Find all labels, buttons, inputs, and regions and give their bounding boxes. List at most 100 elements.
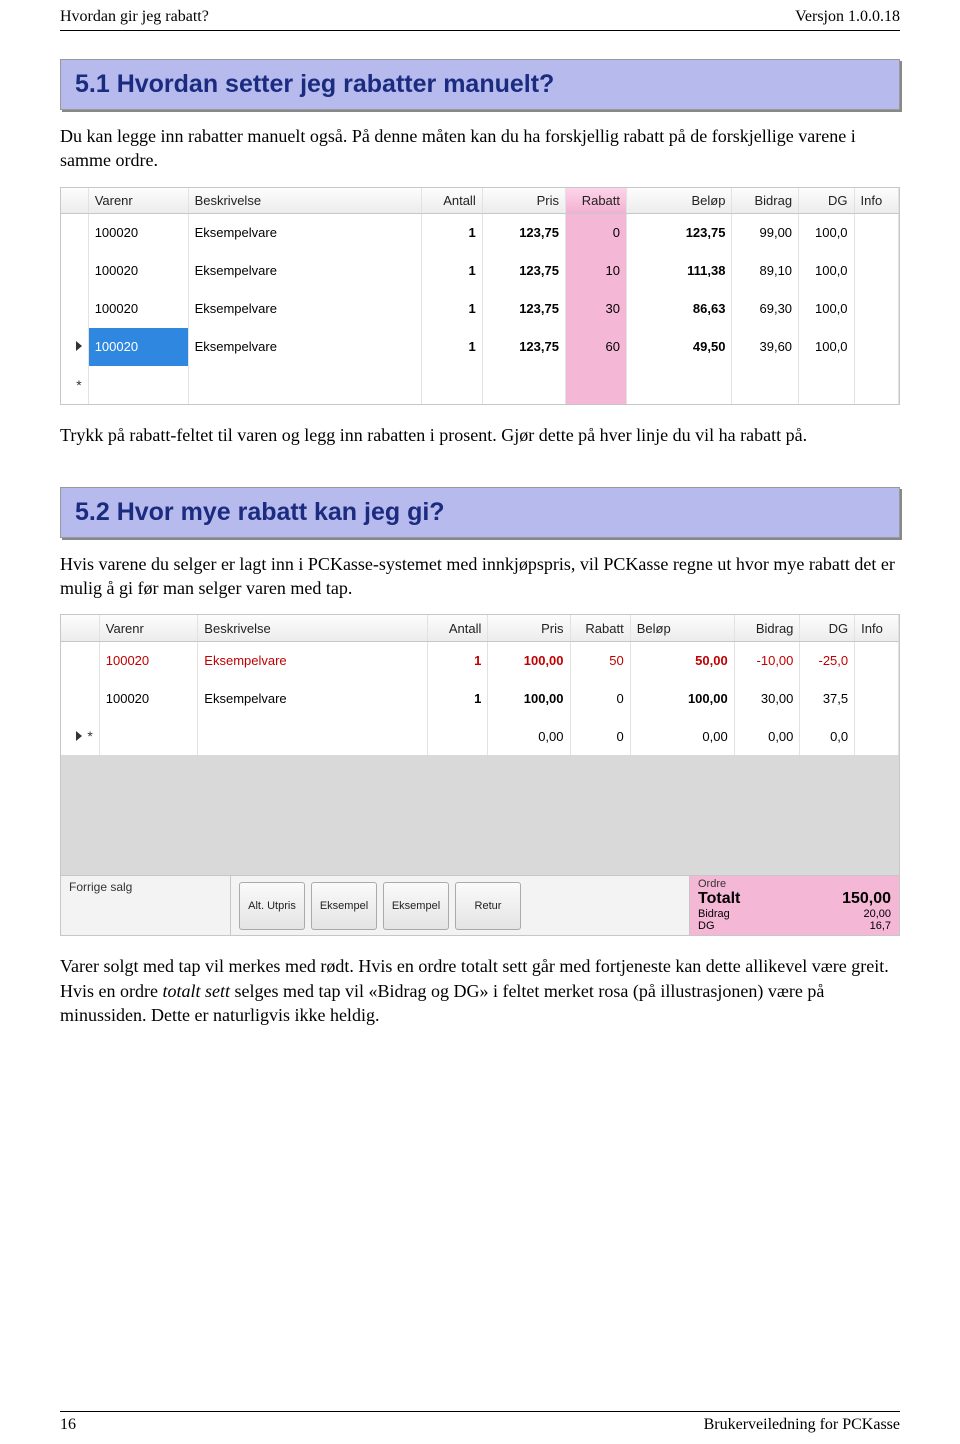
- cell-antall[interactable]: [428, 717, 488, 755]
- grid2-col-bidrag[interactable]: Bidrag: [734, 615, 800, 641]
- cell-bidrag[interactable]: 89,10: [732, 252, 799, 290]
- alt-utpris-button[interactable]: Alt. Utpris: [239, 882, 305, 930]
- grid2-col-beskrivelse[interactable]: Beskrivelse: [198, 615, 428, 641]
- cell-antall[interactable]: 1: [421, 214, 482, 252]
- cell-beskrivelse[interactable]: Eksempelvare: [198, 679, 428, 717]
- grid1-col-rabatt[interactable]: Rabatt: [565, 188, 626, 214]
- cell-varenr[interactable]: 100020: [99, 679, 198, 717]
- cell-pris[interactable]: 123,75: [482, 290, 565, 328]
- eksempel-button-1[interactable]: Eksempel: [311, 882, 377, 930]
- cell-antall[interactable]: 1: [421, 290, 482, 328]
- grid2-header-row: Varenr Beskrivelse Antall Pris Rabatt Be…: [61, 615, 899, 641]
- cell-dg[interactable]: 100,0: [799, 290, 855, 328]
- grid1-row[interactable]: 100020Eksempelvare1123,756049,5039,60100…: [61, 328, 899, 366]
- cell-info[interactable]: [855, 641, 899, 679]
- cell-belop[interactable]: 86,63: [627, 290, 732, 328]
- cell-antall[interactable]: 1: [428, 679, 488, 717]
- section-5-1-title: 5.1 Hvordan setter jeg rabatter manuelt?: [75, 70, 885, 99]
- cell-rabatt[interactable]: 30: [565, 290, 626, 328]
- eksempel-button-2[interactable]: Eksempel: [383, 882, 449, 930]
- bottom-button-group: Alt. Utpris Eksempel Eksempel Retur: [231, 876, 529, 935]
- grid1-col-bidrag[interactable]: Bidrag: [732, 188, 799, 214]
- cell-info[interactable]: [854, 252, 898, 290]
- new-row-icon: *: [87, 728, 92, 744]
- cell-bidrag[interactable]: 39,60: [732, 328, 799, 366]
- grid1-col-varenr[interactable]: Varenr: [88, 188, 188, 214]
- cell-dg[interactable]: 100,0: [799, 214, 855, 252]
- cell-antall[interactable]: 1: [421, 328, 482, 366]
- cell-pris[interactable]: 100,00: [488, 641, 570, 679]
- cell-varenr[interactable]: 100020: [99, 641, 198, 679]
- grid1-row[interactable]: 100020Eksempelvare1123,7510111,3889,1010…: [61, 252, 899, 290]
- grid2-col-pris[interactable]: Pris: [488, 615, 570, 641]
- grid2-row[interactable]: *0,0000,000,000,0: [61, 717, 899, 755]
- cell-info[interactable]: [855, 717, 899, 755]
- grid1-row[interactable]: 100020Eksempelvare1123,753086,6369,30100…: [61, 290, 899, 328]
- cell-varenr[interactable]: [99, 717, 198, 755]
- cell-antall[interactable]: 1: [421, 252, 482, 290]
- grid1-col-beskrivelse[interactable]: Beskrivelse: [188, 188, 421, 214]
- cell-info[interactable]: [854, 328, 898, 366]
- grid2-col-antall[interactable]: Antall: [428, 615, 488, 641]
- cell-rabatt[interactable]: 0: [565, 214, 626, 252]
- grid2-col-dg[interactable]: DG: [800, 615, 855, 641]
- cell-beskrivelse[interactable]: Eksempelvare: [188, 214, 421, 252]
- cell-varenr[interactable]: 100020: [88, 328, 188, 366]
- header-divider: [60, 30, 900, 31]
- cell-beskrivelse[interactable]: Eksempelvare: [198, 641, 428, 679]
- cell-info[interactable]: [855, 679, 899, 717]
- cell-rabatt[interactable]: 60: [565, 328, 626, 366]
- cell-rabatt[interactable]: 0: [570, 717, 630, 755]
- cell-rabatt[interactable]: 0: [570, 679, 630, 717]
- cell-bidrag[interactable]: 30,00: [734, 679, 800, 717]
- cell-belop[interactable]: 50,00: [630, 641, 734, 679]
- cell-pris[interactable]: 123,75: [482, 328, 565, 366]
- grid1-col-info[interactable]: Info: [854, 188, 898, 214]
- cell-info[interactable]: [854, 290, 898, 328]
- grid2-col-info[interactable]: Info: [855, 615, 899, 641]
- cell-dg[interactable]: 100,0: [799, 328, 855, 366]
- cell-pris[interactable]: 100,00: [488, 679, 570, 717]
- grid1-new-row[interactable]: *: [61, 366, 899, 404]
- cell-beskrivelse[interactable]: [198, 717, 428, 755]
- cell-beskrivelse[interactable]: Eksempelvare: [188, 328, 421, 366]
- grid1-row[interactable]: 100020Eksempelvare1123,750123,7599,00100…: [61, 214, 899, 252]
- cell-dg[interactable]: 0,0: [800, 717, 855, 755]
- cell-bidrag[interactable]: 0,00: [734, 717, 800, 755]
- cell-bidrag[interactable]: 99,00: [732, 214, 799, 252]
- cell-varenr[interactable]: 100020: [88, 290, 188, 328]
- cell-pris[interactable]: 0,00: [488, 717, 570, 755]
- grid2-row[interactable]: 100020Eksempelvare1100,005050,00-10,00-2…: [61, 641, 899, 679]
- grid1-col-antall[interactable]: Antall: [421, 188, 482, 214]
- cell-belop[interactable]: 123,75: [627, 214, 732, 252]
- cell-varenr[interactable]: 100020: [88, 252, 188, 290]
- cell-pris[interactable]: 123,75: [482, 252, 565, 290]
- retur-button[interactable]: Retur: [455, 882, 521, 930]
- grid1-header-row: Varenr Beskrivelse Antall Pris Rabatt Be…: [61, 188, 899, 214]
- cell-antall[interactable]: 1: [428, 641, 488, 679]
- cell-beskrivelse[interactable]: Eksempelvare: [188, 290, 421, 328]
- cell-belop[interactable]: 111,38: [627, 252, 732, 290]
- grid2-col-rabatt[interactable]: Rabatt: [570, 615, 630, 641]
- grid2-row[interactable]: 100020Eksempelvare1100,000100,0030,0037,…: [61, 679, 899, 717]
- grid2-col-varenr[interactable]: Varenr: [99, 615, 198, 641]
- cell-bidrag[interactable]: -10,00: [734, 641, 800, 679]
- cell-belop[interactable]: 49,50: [627, 328, 732, 366]
- current-row-icon: [76, 341, 82, 351]
- grid1-col-dg[interactable]: DG: [799, 188, 855, 214]
- cell-info[interactable]: [854, 214, 898, 252]
- cell-pris[interactable]: 123,75: [482, 214, 565, 252]
- cell-dg[interactable]: -25,0: [800, 641, 855, 679]
- cell-belop[interactable]: 0,00: [630, 717, 734, 755]
- cell-dg[interactable]: 100,0: [799, 252, 855, 290]
- cell-rabatt[interactable]: 50: [570, 641, 630, 679]
- cell-dg[interactable]: 37,5: [800, 679, 855, 717]
- grid1-col-belop[interactable]: Beløp: [627, 188, 732, 214]
- cell-varenr[interactable]: 100020: [88, 214, 188, 252]
- cell-rabatt[interactable]: 10: [565, 252, 626, 290]
- cell-bidrag[interactable]: 69,30: [732, 290, 799, 328]
- cell-belop[interactable]: 100,00: [630, 679, 734, 717]
- grid2-col-belop[interactable]: Beløp: [630, 615, 734, 641]
- cell-beskrivelse[interactable]: Eksempelvare: [188, 252, 421, 290]
- grid1-col-pris[interactable]: Pris: [482, 188, 565, 214]
